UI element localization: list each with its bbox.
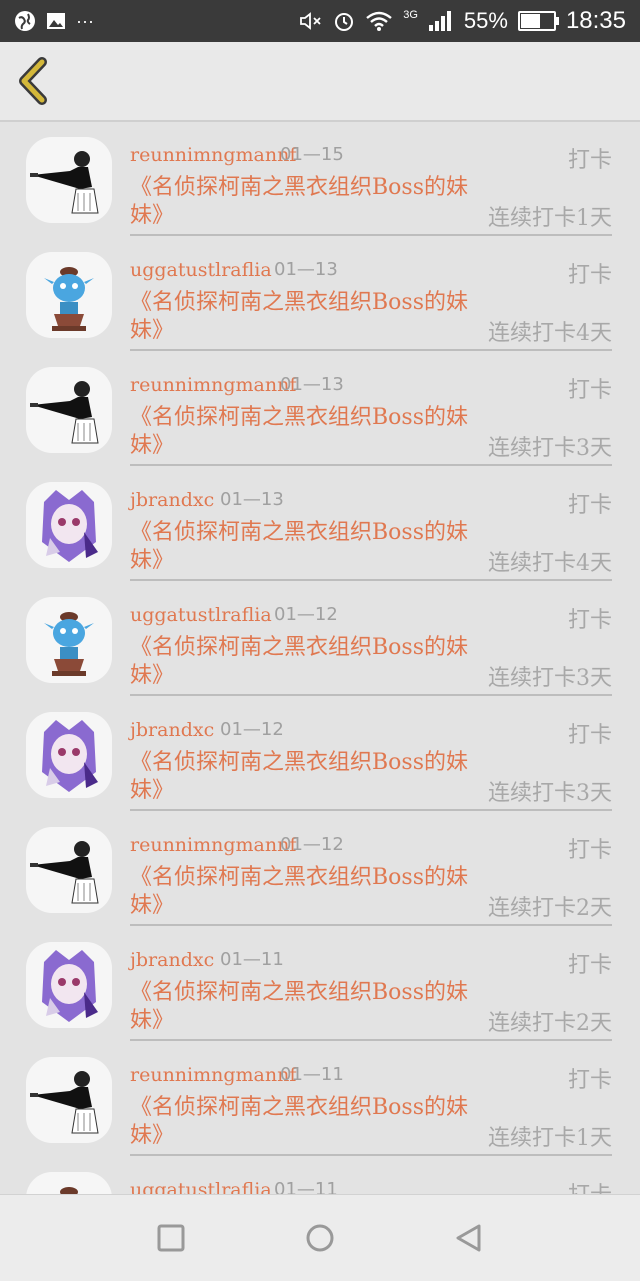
globe-icon — [15, 11, 35, 31]
more-icon: ··· — [76, 11, 94, 31]
checkin-label: 打卡 — [567, 493, 612, 518]
checkin-label: 打卡 — [567, 148, 612, 173]
mute-icon — [300, 12, 321, 30]
book-title[interactable]: 《名侦探柯南之黑衣组织Boss的妹妹》 — [130, 979, 475, 1035]
avatar[interactable] — [26, 1057, 112, 1143]
divider — [130, 349, 612, 351]
username: reunnimngmannf — [130, 1064, 297, 1086]
list-item[interactable]: reunnimngmannf 01—15 《名侦探柯南之黑衣组织Boss的妹妹》 打卡… — [0, 122, 640, 237]
header — [0, 42, 640, 122]
book-title[interactable]: 《名侦探柯南之黑衣组织Boss的妹妹》 — [130, 174, 475, 230]
list-item[interactable]: reunnimngmannf 01—11 《名侦探柯南之黑衣组织Boss的妹妹》 打卡… — [0, 1042, 640, 1157]
username: reunnimngmannf — [130, 144, 297, 166]
battery-icon — [517, 11, 559, 31]
recent-apps-icon[interactable] — [154, 1221, 188, 1255]
alarm-icon — [335, 13, 354, 31]
username: reunnimngmannf — [130, 834, 297, 856]
list-item[interactable]: jbrandxc 01—13 《名侦探柯南之黑衣组织Boss的妹妹》 打卡连续打卡4天 — [0, 467, 640, 582]
streak-label: 连续打卡3天 — [488, 666, 612, 691]
date: 01—15 — [280, 144, 344, 165]
date: 01—12 — [280, 834, 344, 855]
avatar[interactable] — [26, 482, 112, 568]
streak-label: 连续打卡4天 — [488, 551, 612, 576]
book-title[interactable]: 《名侦探柯南之黑衣组织Boss的妹妹》 — [130, 1094, 475, 1150]
chevron-left-icon[interactable] — [14, 56, 54, 106]
date: 01—13 — [220, 489, 284, 510]
list-item[interactable]: jbrandxc 01—11 《名侦探柯南之黑衣组织Boss的妹妹》 打卡连续打卡2天 — [0, 927, 640, 1042]
checkin-label: 打卡 — [567, 608, 612, 633]
streak-label: 连续打卡3天 — [488, 436, 612, 461]
date: 01—12 — [274, 604, 338, 625]
divider — [130, 1039, 612, 1041]
checkin-label: 打卡 — [567, 263, 612, 288]
divider — [130, 924, 612, 926]
divider — [130, 234, 612, 236]
avatar[interactable] — [26, 137, 112, 223]
divider — [130, 809, 612, 811]
date: 01—12 — [220, 719, 284, 740]
avatar[interactable] — [26, 597, 112, 683]
checkin-label: 打卡 — [567, 953, 612, 978]
avatar[interactable] — [26, 1172, 112, 1194]
date: 01—11 — [274, 1179, 338, 1194]
streak-label: 连续打卡1天 — [488, 206, 612, 231]
streak-label: 连续打卡4天 — [488, 321, 612, 346]
list-item[interactable]: jbrandxc 01—12 《名侦探柯南之黑衣组织Boss的妹妹》 打卡连续打卡3天 — [0, 697, 640, 812]
status-bar: ··· 3G 55% 18:35 — [0, 0, 640, 42]
checkin-label: 打卡 — [567, 378, 612, 403]
streak-label: 连续打卡3天 — [488, 781, 612, 806]
checkin-label: 打卡 — [567, 723, 612, 748]
home-icon[interactable] — [303, 1221, 337, 1255]
checkin-list[interactable]: reunnimngmannf 01—15 《名侦探柯南之黑衣组织Boss的妹妹》 打卡… — [0, 122, 640, 1194]
streak-label: 连续打卡2天 — [488, 896, 612, 921]
avatar[interactable] — [26, 827, 112, 913]
list-item[interactable]: uggatustlraflia 01—12 《名侦探柯南之黑衣组织Boss的妹妹》 打… — [0, 582, 640, 697]
checkin-label: 打卡 — [568, 1177, 612, 1194]
book-title[interactable]: 《名侦探柯南之黑衣组织Boss的妹妹》 — [130, 519, 475, 575]
battery-percent: 55% — [463, 8, 508, 33]
signal-icon — [428, 11, 451, 31]
date: 01—13 — [274, 259, 338, 280]
divider — [130, 694, 612, 696]
list-item[interactable]: uggatustlraflia 01—13 《名侦探柯南之黑衣组织Boss的妹妹》 打… — [0, 237, 640, 352]
checkin-label: 打卡 — [567, 1068, 612, 1093]
streak-label: 连续打卡1天 — [488, 1126, 612, 1151]
checkin-label: 打卡 — [567, 838, 612, 863]
image-icon — [47, 13, 65, 29]
date: 01—11 — [280, 1064, 344, 1085]
username: uggatustlraflia — [130, 1179, 272, 1194]
username: uggatustlraflia — [130, 604, 272, 626]
back-icon[interactable] — [452, 1221, 486, 1255]
username: jbrandxc — [130, 719, 215, 741]
avatar[interactable] — [26, 367, 112, 453]
username: jbrandxc — [130, 489, 215, 511]
book-title[interactable]: 《名侦探柯南之黑衣组织Boss的妹妹》 — [130, 404, 475, 460]
book-title[interactable]: 《名侦探柯南之黑衣组织Boss的妹妹》 — [130, 864, 475, 920]
book-title[interactable]: 《名侦探柯南之黑衣组织Boss的妹妹》 — [130, 749, 475, 805]
date: 01—13 — [280, 374, 344, 395]
list-item[interactable]: reunnimngmannf 01—12 《名侦探柯南之黑衣组织Boss的妹妹》 打卡… — [0, 812, 640, 927]
book-title[interactable]: 《名侦探柯南之黑衣组织Boss的妹妹》 — [130, 634, 475, 690]
navigation-bar — [0, 1194, 640, 1281]
avatar[interactable] — [26, 712, 112, 798]
avatar[interactable] — [26, 942, 112, 1028]
clock: 18:35 — [565, 7, 626, 34]
divider — [130, 1154, 612, 1156]
wifi-icon — [366, 11, 392, 31]
list-item[interactable]: reunnimngmannf 01—13 《名侦探柯南之黑衣组织Boss的妹妹》 打卡… — [0, 352, 640, 467]
list-item[interactable]: uggatustlraflia01—11 打卡 — [0, 1157, 640, 1194]
divider — [130, 464, 612, 466]
username: uggatustlraflia — [130, 259, 272, 281]
username: reunnimngmannf — [130, 374, 297, 396]
streak-label: 连续打卡2天 — [488, 1011, 612, 1036]
network-label: 3G — [403, 9, 418, 21]
divider — [130, 579, 612, 581]
username: jbrandxc — [130, 949, 215, 971]
avatar[interactable] — [26, 252, 112, 338]
date: 01—11 — [220, 949, 284, 970]
book-title[interactable]: 《名侦探柯南之黑衣组织Boss的妹妹》 — [130, 289, 475, 345]
